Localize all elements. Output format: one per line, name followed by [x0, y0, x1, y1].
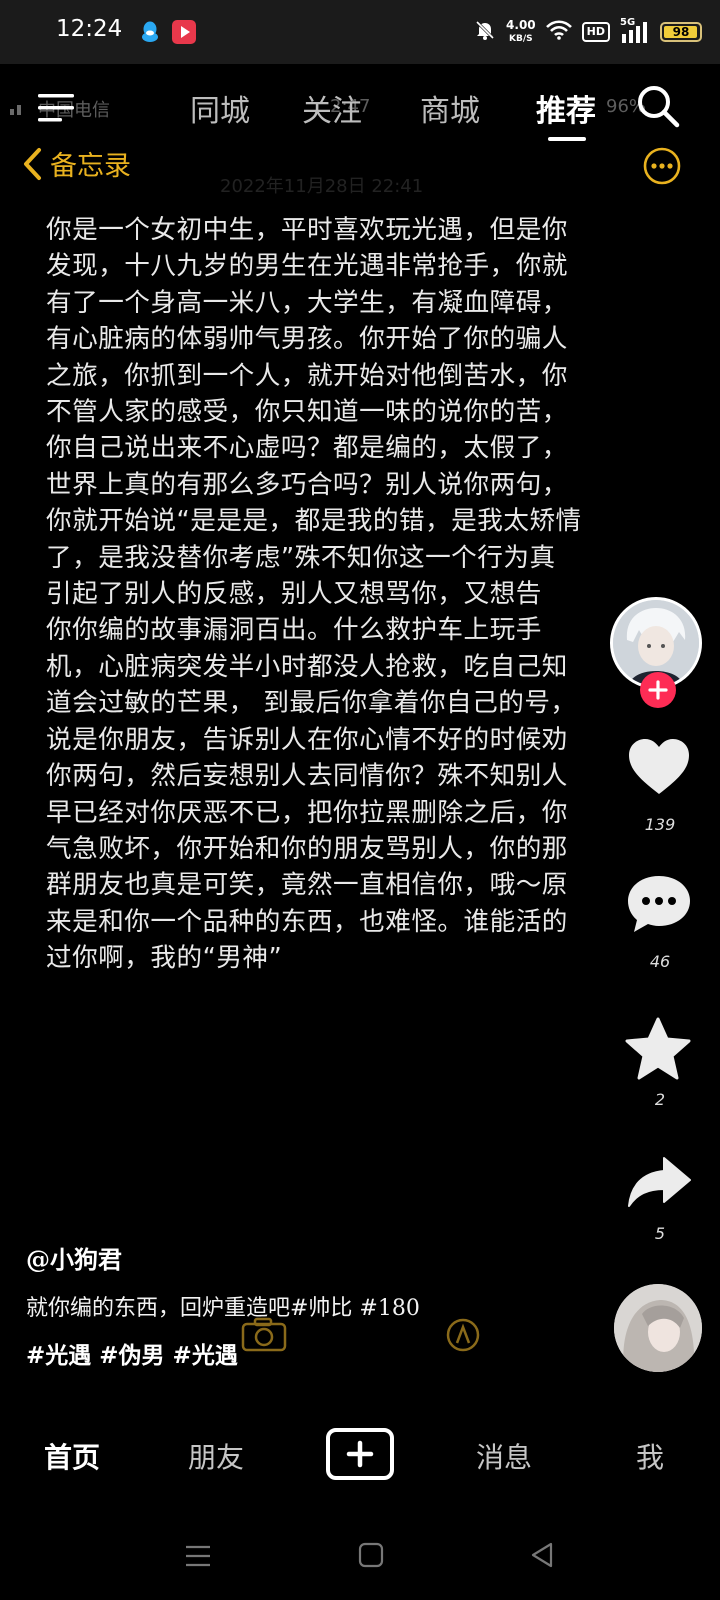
nav-friends[interactable]: 朋友 [188, 1436, 244, 1476]
share-count: 5 [654, 1224, 666, 1243]
favorite-star-icon[interactable] [624, 1016, 692, 1082]
create-post-button[interactable] [326, 1428, 394, 1480]
system-back-icon[interactable] [530, 1541, 554, 1569]
plus-icon [346, 1440, 374, 1468]
share-arrow-icon[interactable] [626, 1154, 692, 1210]
nav-messages[interactable]: 消息 [476, 1436, 532, 1476]
memo-back-label: 备忘录 [50, 151, 131, 182]
nav-me[interactable]: 我 [636, 1436, 664, 1476]
comment-icon[interactable] [624, 872, 694, 936]
tab-mall[interactable]: 商城 [420, 86, 480, 130]
comment-count: 46 [649, 952, 671, 971]
net-speed: 4.00 KB/S [506, 19, 536, 45]
hd-badge: HD [581, 22, 610, 42]
system-home-icon[interactable] [358, 1542, 384, 1568]
chevron-left-icon [22, 147, 42, 181]
search-icon[interactable] [636, 84, 680, 128]
more-options-icon[interactable] [642, 146, 682, 186]
menu-icon[interactable] [36, 92, 76, 124]
caption-text: 就你编的东西，回炉重造吧#帅比 #180 [26, 1296, 420, 1321]
active-tab-indicator [548, 137, 586, 141]
plus-icon [648, 680, 668, 700]
follow-button[interactable] [640, 672, 676, 708]
status-time: 12:24 [56, 16, 123, 42]
like-count: 139 [644, 815, 676, 834]
video-app-icon [172, 20, 196, 44]
tab-local[interactable]: 同城 [190, 86, 250, 130]
memo-date: 2022年11月28日 22:41 [220, 176, 424, 197]
heart-icon[interactable] [626, 736, 692, 798]
wifi-icon [545, 20, 572, 44]
battery-icon: 98 [660, 22, 702, 42]
author-name[interactable]: @小狗君 [26, 1240, 122, 1275]
mute-bell-icon [474, 19, 496, 45]
qq-icon [138, 20, 162, 44]
signal-icon: 5G [620, 17, 650, 44]
memo-body-text: 你是一个女初中生，平时喜欢玩光遇，但是你 发现，十八九岁的男生在光遇非常抢手，你… [46, 215, 582, 974]
caption-hashtags[interactable]: #光遇 #伪男 #光遇 [26, 1336, 238, 1370]
tab-recommend[interactable]: 推荐 [536, 86, 596, 130]
system-recents-icon[interactable] [184, 1544, 212, 1568]
pen-icon [446, 1318, 480, 1352]
ghost-signal-icon [10, 99, 32, 120]
favorite-count: 2 [654, 1090, 666, 1109]
status-indicators: 4.00 KB/S HD 5G 98 [474, 14, 702, 50]
camera-icon [241, 1316, 287, 1352]
music-disc-avatar[interactable] [614, 1284, 702, 1372]
nav-home[interactable]: 首页 [44, 1436, 100, 1476]
net-speed-value: 4.00 [506, 18, 536, 32]
net-speed-unit: KB/S [509, 34, 533, 44]
tab-following[interactable]: 关注 [302, 86, 362, 130]
battery-level: 98 [672, 25, 690, 39]
memo-back-button[interactable]: 备忘录 [22, 144, 131, 183]
